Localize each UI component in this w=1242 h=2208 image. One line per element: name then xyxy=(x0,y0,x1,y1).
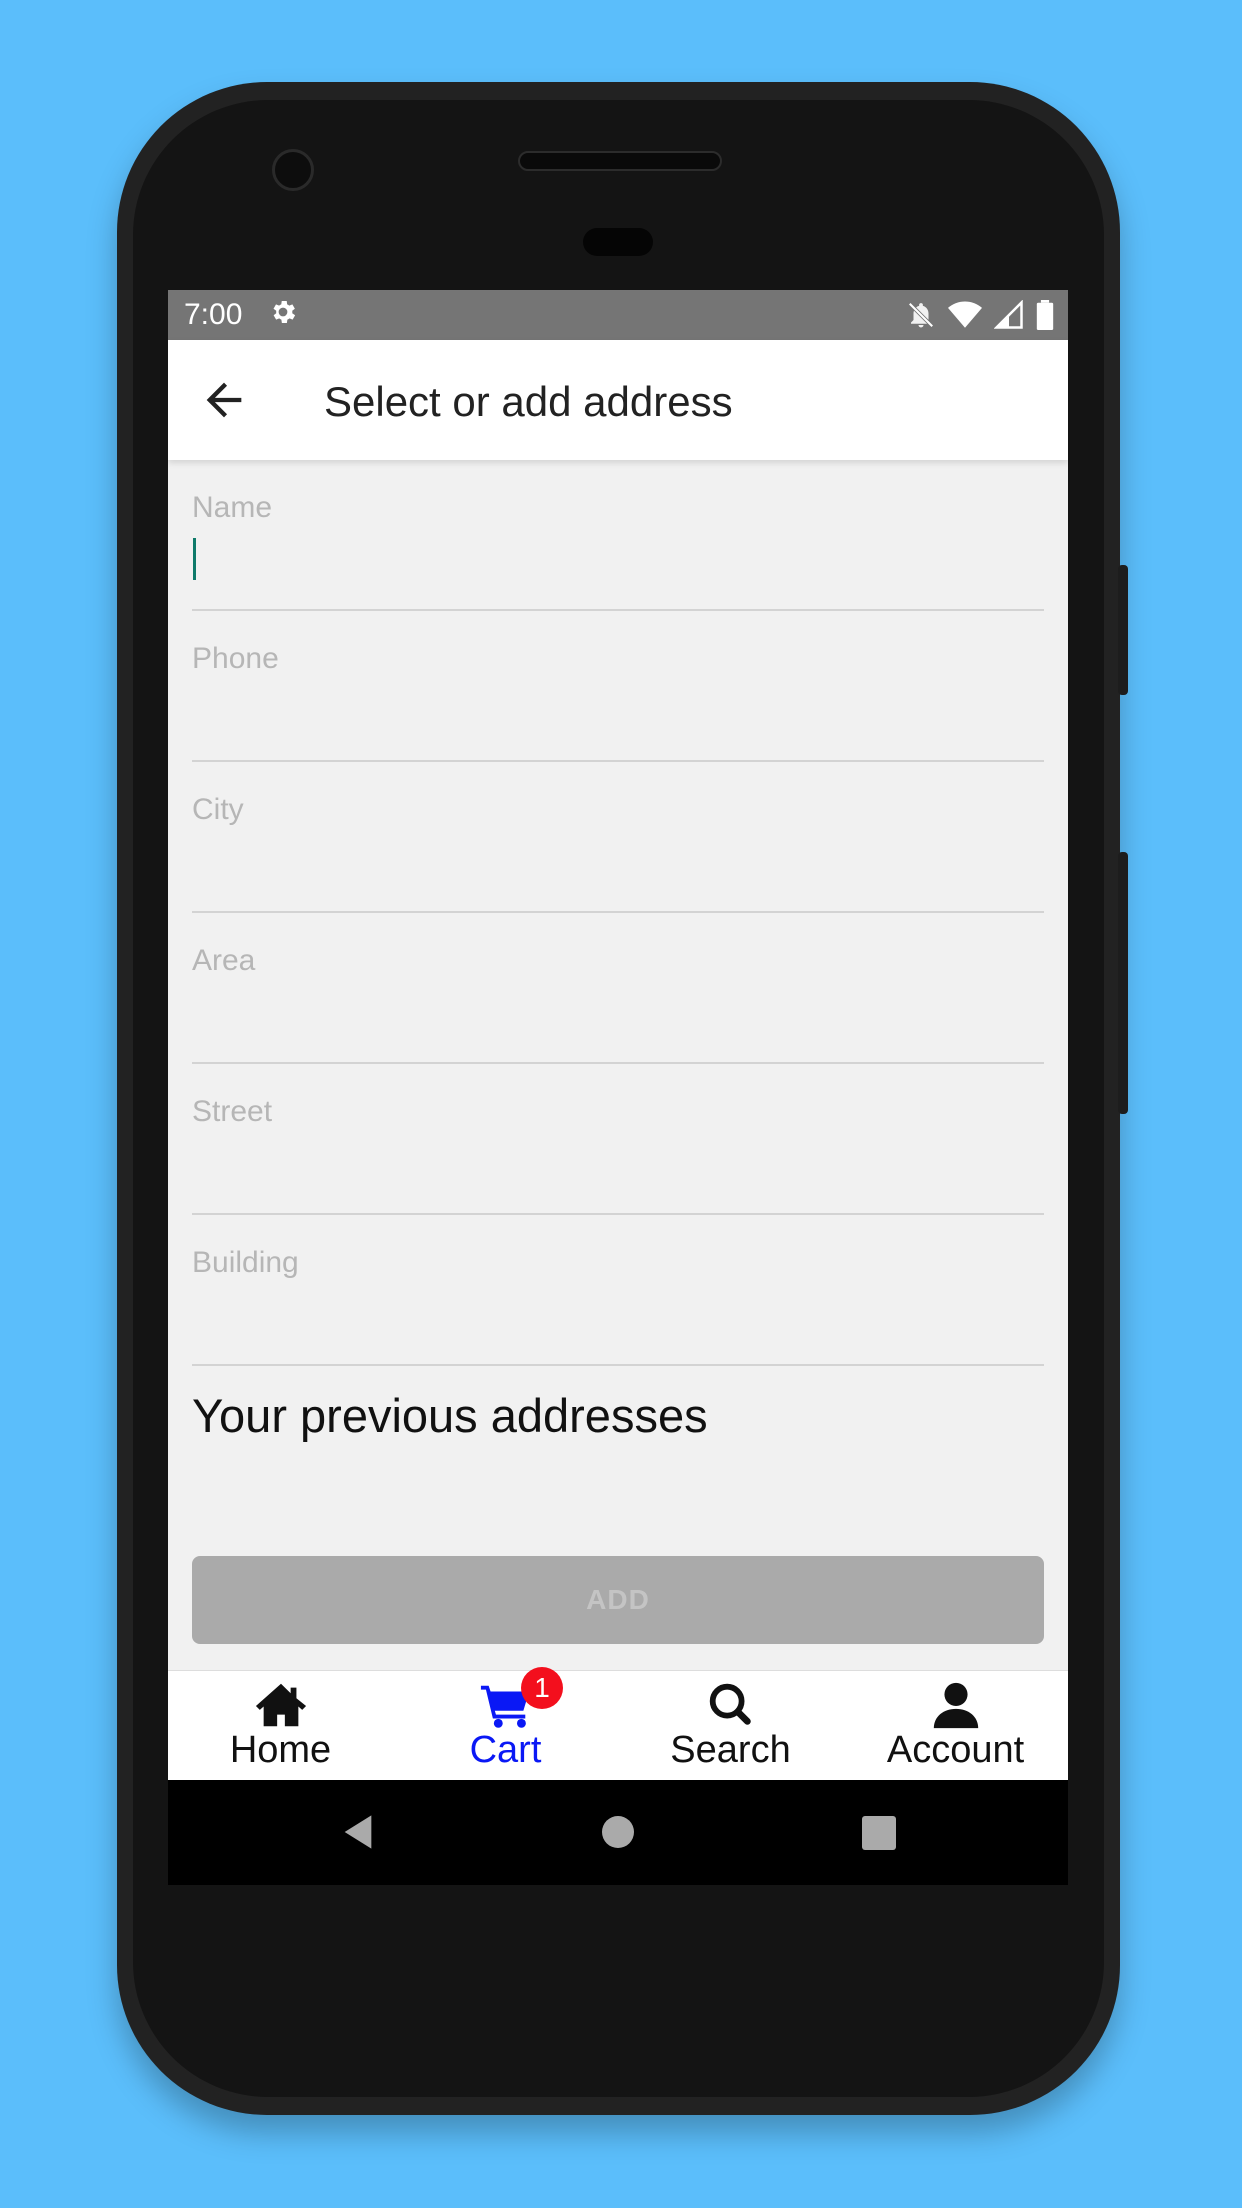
address-form: Name Phone City Area Street Building xyxy=(192,460,1044,1366)
phone-field-label: Phone xyxy=(192,642,279,675)
name-field[interactable]: Name xyxy=(192,460,1044,611)
tab-search-label: Search xyxy=(670,1729,791,1771)
tab-account-label: Account xyxy=(886,1729,1025,1771)
app-bar: Select or add address xyxy=(168,340,1068,460)
volume-button xyxy=(1118,852,1128,1114)
nav-back-icon[interactable] xyxy=(338,1812,378,1852)
bottom-navigation: Home 1 Cart Search Account xyxy=(168,1667,1068,1781)
settings-gear-icon xyxy=(273,301,296,323)
status-icons xyxy=(906,299,1054,331)
search-icon xyxy=(709,1683,751,1725)
nav-home-icon[interactable] xyxy=(602,1816,634,1848)
status-time: 7:00 xyxy=(184,298,243,331)
tab-account[interactable]: Account xyxy=(843,1671,1068,1781)
tab-cart-label: Cart xyxy=(469,1729,542,1771)
building-field[interactable]: Building xyxy=(192,1215,1044,1366)
city-field[interactable]: City xyxy=(192,762,1044,913)
tab-home[interactable]: Home xyxy=(168,1671,393,1781)
add-button[interactable]: ADD xyxy=(192,1556,1044,1644)
back-arrow-icon[interactable] xyxy=(198,374,250,426)
cell-signal-icon xyxy=(994,300,1023,329)
street-field[interactable]: Street xyxy=(192,1064,1044,1215)
tab-cart[interactable]: 1 Cart xyxy=(393,1667,618,1781)
page-title: Select or add address xyxy=(324,378,733,425)
earpiece-speaker xyxy=(518,151,722,171)
area-field[interactable]: Area xyxy=(192,913,1044,1064)
name-field-label: Name xyxy=(192,491,273,524)
front-camera xyxy=(272,149,314,191)
cart-count-badge: 1 xyxy=(521,1667,563,1709)
power-button xyxy=(1118,565,1128,695)
nav-recents-icon[interactable] xyxy=(862,1816,896,1850)
proximity-sensor xyxy=(583,228,653,256)
status-bar: 7:00 xyxy=(168,290,1068,340)
phone-field[interactable]: Phone xyxy=(192,611,1044,762)
screen: 7:00 Select or add address Name Phone Ci… xyxy=(168,290,1068,1885)
battery-icon xyxy=(1036,300,1054,330)
notifications-off-icon xyxy=(908,302,934,328)
text-cursor xyxy=(193,538,196,580)
wifi-icon xyxy=(948,301,982,328)
tab-home-label: Home xyxy=(229,1729,332,1771)
system-navigation-bar xyxy=(168,1780,1068,1885)
tab-search[interactable]: Search xyxy=(618,1671,843,1781)
home-icon xyxy=(255,1683,306,1727)
building-field-label: Building xyxy=(192,1246,299,1279)
previous-addresses-heading: Your previous addresses xyxy=(192,1389,708,1442)
area-field-label: Area xyxy=(192,944,256,977)
account-icon xyxy=(933,1682,978,1729)
street-field-label: Street xyxy=(192,1095,273,1128)
city-field-label: City xyxy=(192,793,244,826)
